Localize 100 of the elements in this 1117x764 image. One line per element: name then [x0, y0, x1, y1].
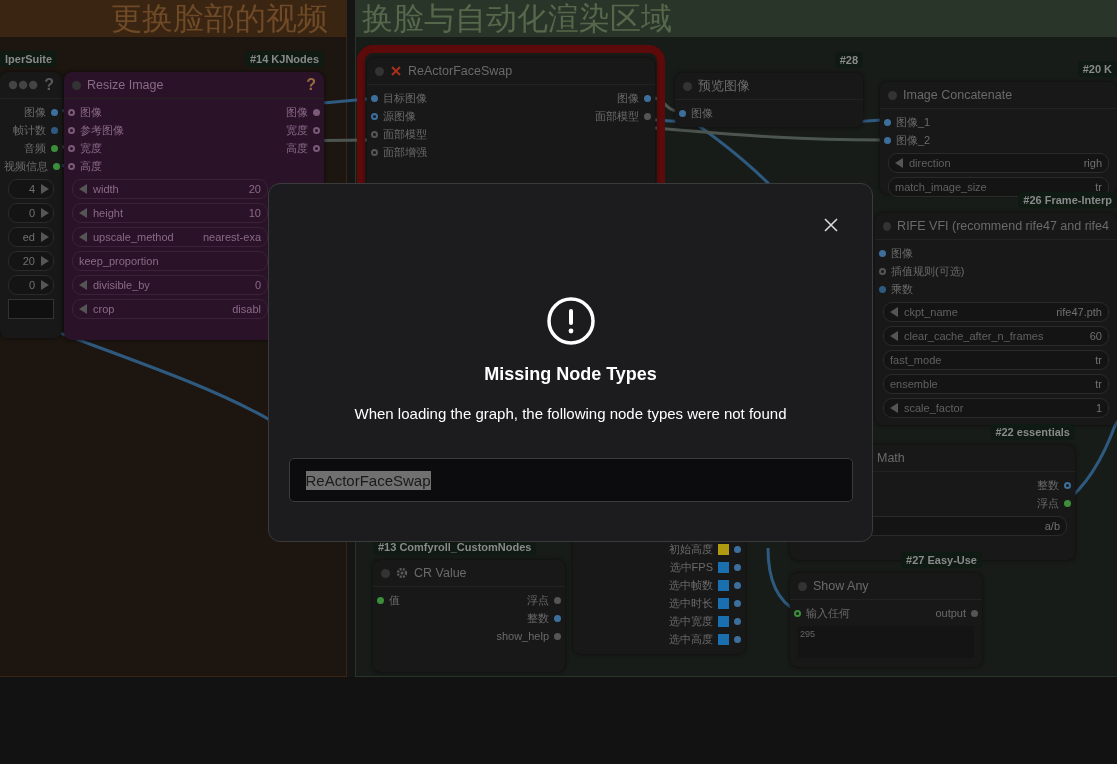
- output-slot-icon[interactable]: [554, 614, 561, 622]
- widget-field[interactable]: scale_factor 1: [883, 398, 1109, 418]
- decrement-arrow-icon[interactable]: [79, 304, 87, 314]
- input-slot-icon[interactable]: [884, 136, 891, 144]
- output-slot-icon[interactable]: [51, 126, 58, 134]
- help-button[interactable]: ?: [306, 76, 316, 94]
- input-slot-icon[interactable]: [371, 148, 378, 156]
- increment-arrow-icon[interactable]: [41, 208, 49, 218]
- widget-field[interactable]: 4: [8, 179, 54, 199]
- output-slot-icon[interactable]: [313, 144, 320, 152]
- widget-field[interactable]: match_image_size tr: [888, 177, 1109, 197]
- input-slot-icon[interactable]: [879, 267, 886, 275]
- input-slot-icon[interactable]: [68, 144, 75, 152]
- widget-value: a/b: [1044, 520, 1060, 532]
- widget-field[interactable]: direction righ: [888, 153, 1109, 173]
- status-dot-icon: [72, 80, 81, 90]
- input-slot-icon[interactable]: [377, 596, 384, 604]
- decrement-arrow-icon[interactable]: [890, 403, 898, 413]
- increment-arrow-icon[interactable]: [41, 280, 49, 290]
- decrement-arrow-icon[interactable]: [890, 307, 898, 317]
- output-slot-icon[interactable]: [734, 545, 741, 553]
- output-slot-icon[interactable]: [51, 108, 58, 116]
- output-slot-icon[interactable]: [734, 617, 741, 625]
- gear-icon: [396, 567, 408, 579]
- input-slot-icon[interactable]: [371, 94, 378, 102]
- input-label: 图像: [891, 245, 913, 261]
- output-slot-icon[interactable]: [734, 581, 741, 589]
- widget-field[interactable]: ensemble tr: [883, 374, 1109, 394]
- output-slot-icon[interactable]: [734, 599, 741, 607]
- output-label: 面部模型: [595, 108, 639, 124]
- output-slot-icon[interactable]: [734, 635, 741, 643]
- input-slot-icon[interactable]: [679, 109, 686, 117]
- output-slot-icon[interactable]: [734, 563, 741, 571]
- widget-field[interactable]: keep_proportion: [72, 251, 268, 271]
- increment-arrow-icon[interactable]: [41, 232, 49, 242]
- widget-field[interactable]: fast_mode tr: [883, 350, 1109, 370]
- decrement-arrow-icon[interactable]: [79, 184, 87, 194]
- output-slot-icon[interactable]: [554, 596, 561, 604]
- node-badge: #14 KJNodes: [244, 51, 324, 67]
- widget-field[interactable]: upscale_method nearest-exa: [72, 227, 268, 247]
- output-label: 选中帧数: [669, 577, 713, 593]
- widget-label: direction: [909, 157, 951, 169]
- widget-field[interactable]: divisible_by 0: [72, 275, 268, 295]
- widget-label: divisible_by: [93, 279, 150, 291]
- input-slot-icon[interactable]: [68, 108, 75, 116]
- input-slot-icon[interactable]: [879, 249, 886, 257]
- widget-field[interactable]: width 20: [72, 179, 268, 199]
- widget-field[interactable]: ed: [8, 227, 54, 247]
- input-slot-icon[interactable]: [794, 609, 801, 617]
- decrement-arrow-icon[interactable]: [79, 280, 87, 290]
- widget-field[interactable]: crop disabl: [72, 299, 268, 319]
- output-label: 音频: [24, 140, 46, 156]
- decrement-arrow-icon[interactable]: [890, 331, 898, 341]
- increment-arrow-icon[interactable]: [41, 184, 49, 194]
- output-slot-icon[interactable]: [53, 162, 60, 170]
- input-slot-icon[interactable]: [68, 126, 75, 134]
- output-slot-icon[interactable]: [51, 144, 58, 152]
- input-slot-icon[interactable]: [371, 130, 378, 138]
- increment-arrow-icon[interactable]: [41, 256, 49, 266]
- mode-icons[interactable]: [8, 79, 39, 91]
- output-slot-icon[interactable]: [554, 632, 561, 640]
- input-label: 面部模型: [383, 126, 427, 142]
- input-label: 参考图像: [80, 122, 124, 138]
- widget-field[interactable]: ckpt_name rife47.pth: [883, 302, 1109, 322]
- widget-value: 0: [28, 207, 35, 219]
- input-label: 图像_1: [896, 114, 931, 130]
- widget-field[interactable]: 0: [8, 275, 54, 295]
- decrement-arrow-icon[interactable]: [79, 208, 87, 218]
- widget-value: nearest-exa: [202, 231, 261, 243]
- output-slot-icon[interactable]: [313, 108, 320, 116]
- text-field[interactable]: [8, 299, 54, 319]
- output-label: show_help: [496, 630, 549, 642]
- output-slot-icon[interactable]: [1064, 499, 1071, 507]
- widget-value: tr: [1095, 354, 1102, 366]
- widget-value: disabl: [232, 303, 261, 315]
- widget-value: 4: [28, 183, 35, 195]
- dialog-message: When loading the graph, the following node types were not found: [354, 405, 787, 422]
- help-button[interactable]: ?: [44, 76, 54, 94]
- decrement-arrow-icon[interactable]: [79, 232, 87, 242]
- decrement-arrow-icon[interactable]: [895, 158, 903, 168]
- widget-field[interactable]: 20: [8, 251, 54, 271]
- dialog-title: Missing Node Types: [484, 364, 657, 385]
- output-slot-icon[interactable]: [644, 94, 651, 102]
- input-slot-icon[interactable]: [68, 162, 75, 170]
- output-slot-icon[interactable]: [971, 609, 978, 617]
- widget-field[interactable]: 0: [8, 203, 54, 223]
- widget-field[interactable]: height 10: [72, 203, 268, 223]
- input-slot-icon[interactable]: [884, 118, 891, 126]
- status-dot-icon: [375, 66, 384, 76]
- node-title: Show Any: [813, 579, 869, 593]
- input-slot-icon[interactable]: [879, 285, 886, 293]
- output-label: 整数: [527, 610, 549, 626]
- node-type-item[interactable]: ReActorFaceSwap: [305, 470, 431, 490]
- output-slot-icon[interactable]: [644, 112, 651, 120]
- output-slot-icon[interactable]: [313, 126, 320, 134]
- input-label: 目标图像: [383, 90, 427, 106]
- widget-field[interactable]: clear_cache_after_n_frames 60: [883, 326, 1109, 346]
- output-slot-icon[interactable]: [1064, 481, 1071, 489]
- widget-value: 1: [1095, 402, 1102, 414]
- input-slot-icon[interactable]: [371, 112, 378, 120]
